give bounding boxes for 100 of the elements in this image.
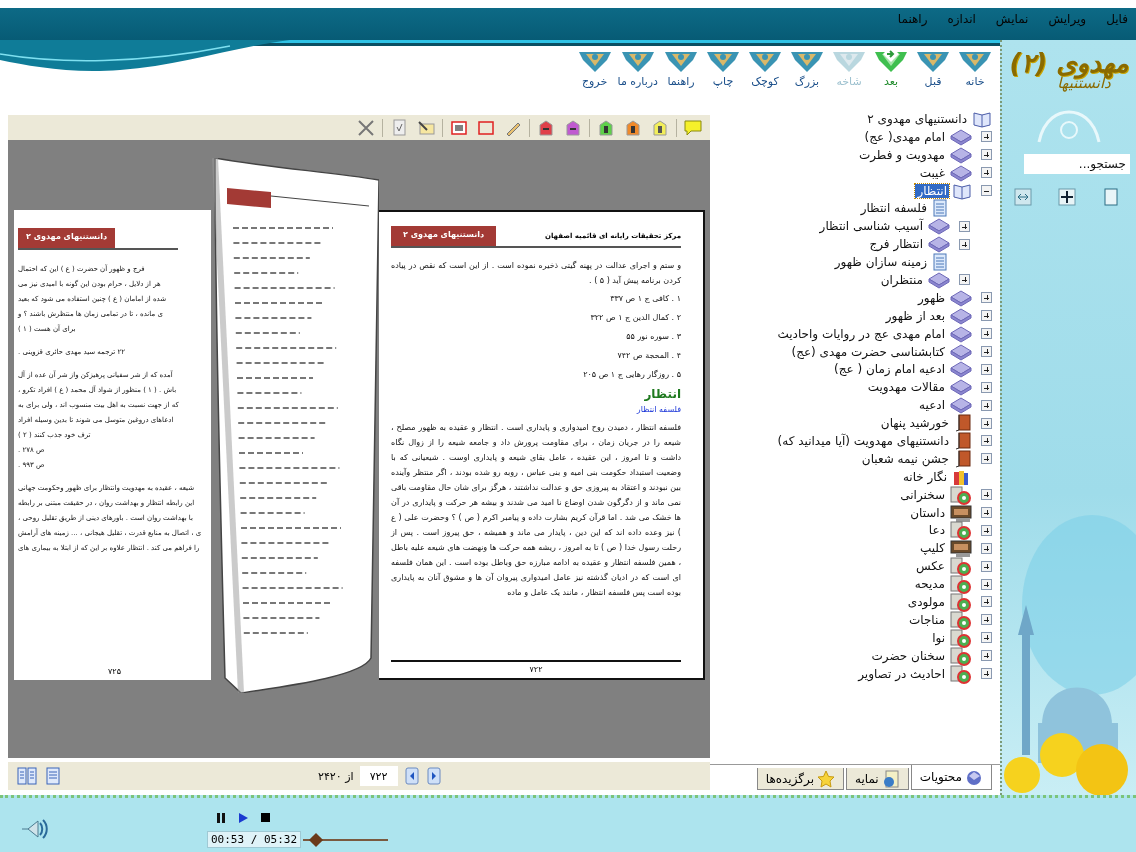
toolbar-button[interactable]: کوچک bbox=[746, 44, 784, 88]
tree-item[interactable]: سخنرانی bbox=[898, 487, 947, 502]
expand-icon bbox=[1014, 188, 1032, 206]
collapse-toggle[interactable] bbox=[981, 185, 992, 196]
expand-toggle[interactable] bbox=[981, 149, 992, 161]
book-icon bbox=[950, 342, 972, 361]
expand-toggle[interactable] bbox=[981, 417, 992, 429]
book-icon bbox=[954, 414, 972, 433]
toolbar-button[interactable]: راهنما bbox=[662, 44, 700, 88]
tree-item[interactable]: دعا bbox=[926, 523, 947, 538]
tree-item[interactable]: ادعیه bbox=[917, 398, 947, 413]
tree-item[interactable]: عکس bbox=[913, 559, 947, 574]
media-icon bbox=[950, 663, 972, 684]
expand-toggle[interactable] bbox=[981, 453, 992, 465]
tree-item[interactable]: مولودی bbox=[905, 595, 947, 609]
media-icon bbox=[950, 484, 972, 505]
tab[interactable]: نمایه bbox=[846, 768, 909, 790]
tab[interactable]: محتویات bbox=[910, 765, 992, 790]
expand-toggle[interactable] bbox=[981, 524, 992, 536]
expand-toggle[interactable] bbox=[981, 399, 992, 411]
page-icon bbox=[1102, 188, 1120, 206]
book-icon bbox=[950, 396, 972, 415]
expand-toggle[interactable] bbox=[981, 310, 992, 322]
tree-item[interactable]: خورشید پنهان bbox=[878, 416, 951, 431]
expand-toggle[interactable] bbox=[981, 435, 992, 447]
expand-toggle[interactable] bbox=[981, 381, 992, 393]
film-icon bbox=[950, 538, 972, 559]
tree-item[interactable]: دانستنیهای مهدوی ۲ bbox=[865, 111, 969, 126]
play-button[interactable] bbox=[238, 812, 248, 824]
open-book-icon bbox=[972, 109, 992, 128]
tree-item[interactable]: ادعیه امام زمان ( عج) bbox=[832, 362, 947, 377]
expand-toggle[interactable] bbox=[981, 560, 992, 572]
comment-icon bbox=[684, 119, 702, 136]
tree-item[interactable]: انتظار bbox=[915, 183, 949, 198]
expand-button[interactable] bbox=[1014, 188, 1032, 206]
stop-button[interactable] bbox=[260, 812, 270, 824]
expand-toggle[interactable] bbox=[959, 274, 970, 286]
close-button[interactable] bbox=[355, 117, 377, 138]
tree-item[interactable]: انتظار فرج bbox=[867, 237, 925, 252]
toolbar-button[interactable]: خروج bbox=[575, 44, 614, 88]
expand-toggle[interactable] bbox=[959, 220, 970, 232]
tree-item[interactable]: آسیب شناسی انتظار bbox=[817, 219, 925, 234]
tab[interactable]: برگزیده‌ها bbox=[756, 768, 844, 790]
book-icon bbox=[950, 288, 972, 307]
tree-item[interactable]: مقالات مهدویت bbox=[865, 380, 947, 395]
tree-item[interactable]: داستان bbox=[908, 505, 947, 520]
toolbar-button[interactable]: خانه bbox=[956, 44, 994, 88]
expand-toggle[interactable] bbox=[981, 292, 992, 304]
expand-toggle[interactable] bbox=[981, 614, 992, 626]
tree-item[interactable]: نوا bbox=[930, 630, 947, 645]
search-field[interactable]: جستجو... bbox=[1024, 154, 1130, 174]
tree-item[interactable]: دانستنیهای مهدویت (آیا میدانید که) bbox=[775, 433, 951, 448]
book-icon bbox=[950, 127, 972, 146]
next-page-button[interactable] bbox=[425, 766, 442, 786]
book-icon bbox=[928, 235, 950, 254]
expand-toggle[interactable] bbox=[981, 632, 992, 644]
expand-toggle[interactable] bbox=[981, 650, 992, 662]
expand-toggle[interactable] bbox=[981, 596, 992, 608]
expand-toggle[interactable] bbox=[981, 346, 992, 357]
toolbar-button[interactable]: بعد bbox=[872, 44, 910, 88]
expand-toggle[interactable] bbox=[981, 167, 992, 179]
tree-item[interactable]: بعد از ظهور bbox=[883, 308, 947, 323]
toolbar-button[interactable]: چاپ bbox=[704, 44, 742, 88]
expand-toggle[interactable] bbox=[981, 507, 992, 519]
pause-icon bbox=[216, 812, 226, 824]
tree-item[interactable]: امام مهدی( عج) bbox=[862, 129, 947, 144]
expand-toggle[interactable] bbox=[959, 238, 970, 250]
tree-item[interactable]: کتابشناسی حضرت مهدی (عج) bbox=[789, 344, 947, 359]
previous-page-button[interactable] bbox=[403, 766, 420, 786]
expand-toggle[interactable] bbox=[981, 363, 992, 375]
tree-item[interactable]: مدیحه bbox=[912, 577, 947, 592]
tree-item[interactable]: امام مهدی عج در روایات واحادیث bbox=[775, 326, 947, 341]
expand-toggle[interactable] bbox=[981, 542, 992, 554]
tree-item[interactable]: مهدویت و فطرت bbox=[856, 147, 947, 162]
expand-toggle[interactable] bbox=[981, 668, 992, 680]
page-number-field[interactable]: ۷۲۲ bbox=[359, 766, 398, 786]
tree-item[interactable]: غیبت bbox=[917, 165, 947, 180]
expand-toggle[interactable] bbox=[981, 489, 992, 501]
tree-item[interactable]: نگار خانه bbox=[900, 469, 949, 484]
toolbar-button[interactable]: قبل bbox=[914, 44, 952, 88]
tree-item[interactable]: سخنان حضرت bbox=[869, 648, 947, 663]
book-icon bbox=[954, 449, 972, 468]
page-icon bbox=[45, 766, 61, 786]
tree-item[interactable]: فلسفه انتظار bbox=[858, 201, 929, 216]
book-icon bbox=[928, 270, 950, 289]
tree-item[interactable]: احادیث در تصاویر bbox=[856, 666, 947, 681]
tree-item[interactable]: جشن نیمه شعبان bbox=[859, 451, 951, 466]
expand-toggle[interactable] bbox=[981, 328, 992, 340]
tree-item[interactable]: مناجات bbox=[906, 612, 947, 627]
tree-item[interactable]: ظهور bbox=[915, 290, 947, 305]
tree-item[interactable]: کلیپ bbox=[917, 541, 947, 556]
move-button[interactable] bbox=[1058, 188, 1076, 206]
pause-button[interactable] bbox=[216, 812, 226, 824]
reference: ۵ . روزگار رهایی ج ۱ ص ۲۰۵ bbox=[582, 370, 681, 379]
tree-item[interactable]: منتظران bbox=[878, 272, 925, 287]
expand-toggle[interactable] bbox=[981, 131, 992, 143]
toolbar-button[interactable]: بزرگ bbox=[788, 44, 826, 88]
expand-toggle[interactable] bbox=[981, 578, 992, 590]
tree-item[interactable]: زمینه سازان ظهور bbox=[832, 255, 929, 270]
toolbar-button[interactable]: درباره ما bbox=[617, 44, 658, 88]
